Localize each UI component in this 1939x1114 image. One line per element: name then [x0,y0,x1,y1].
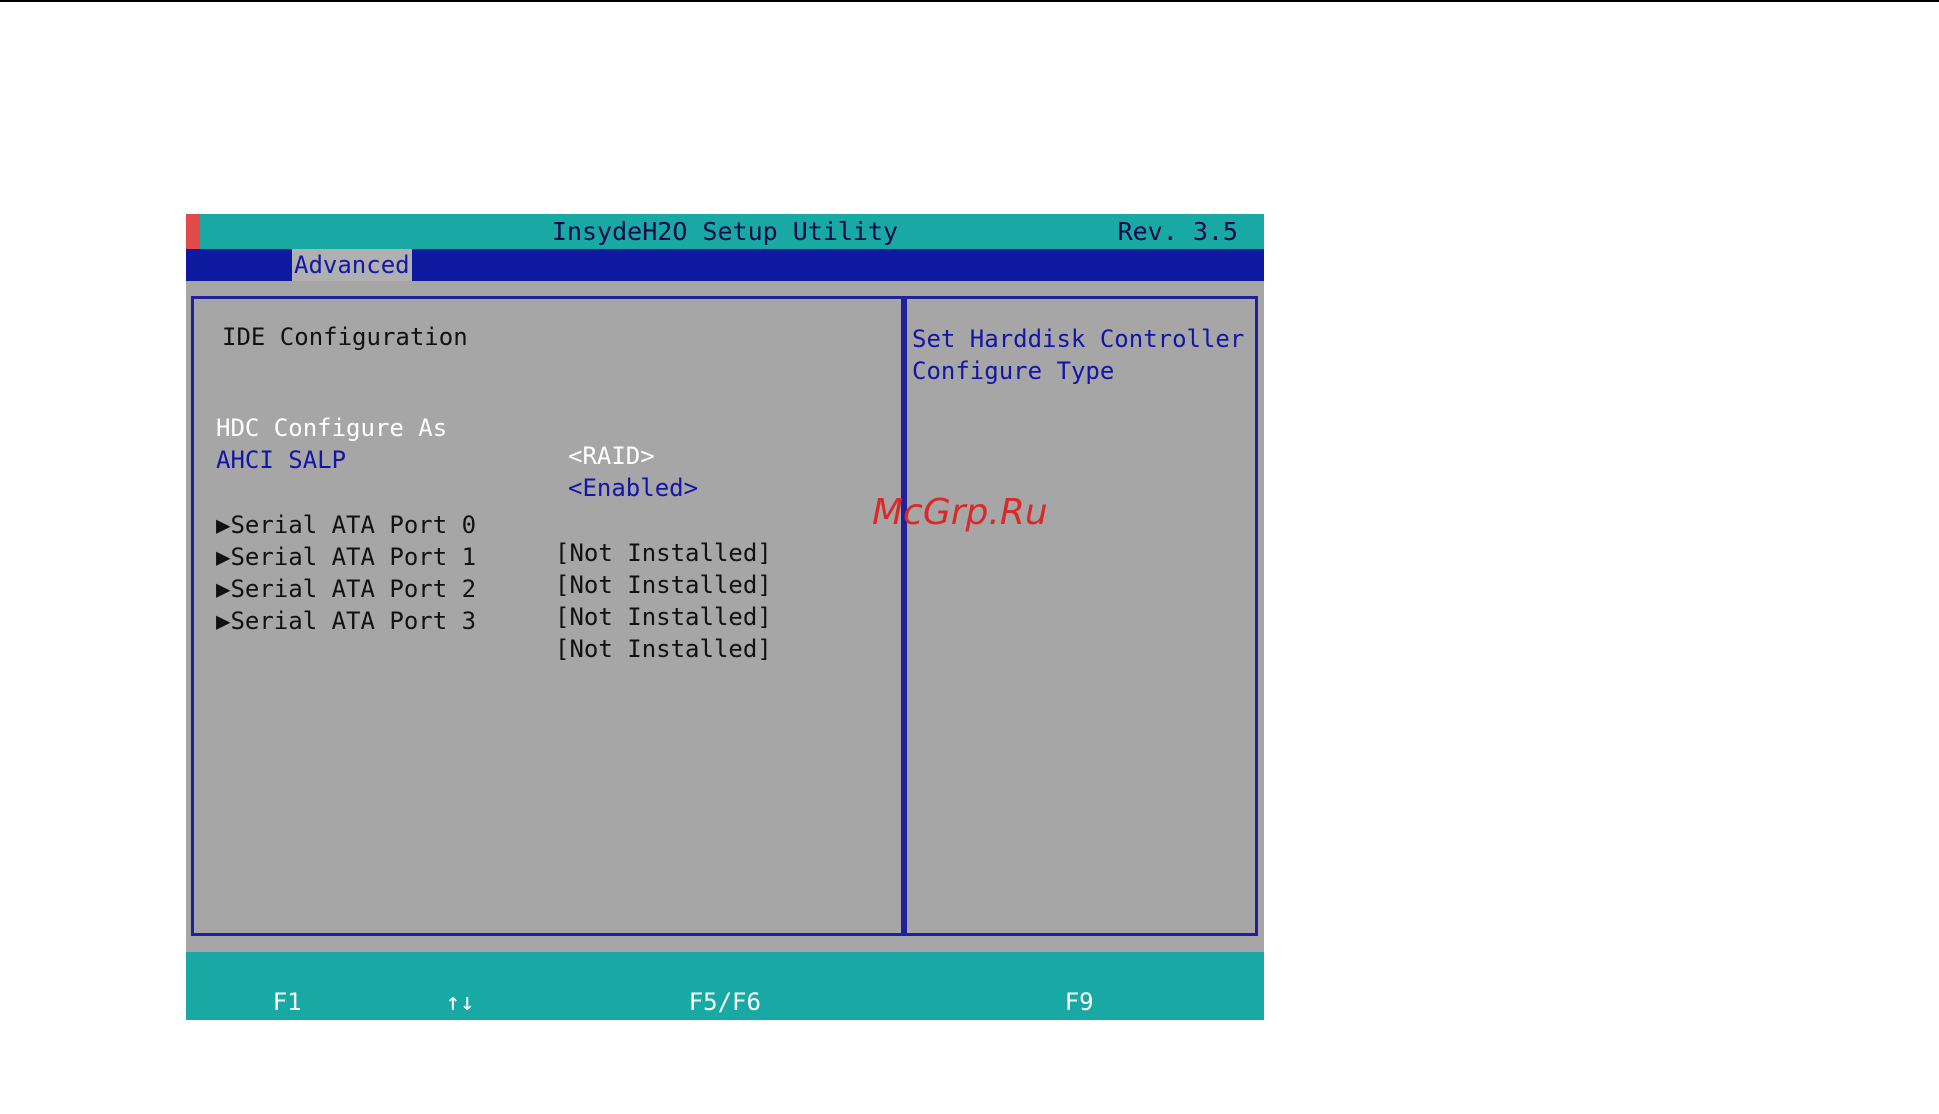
port-status: [Not Installed] [555,635,772,663]
key-name: Esc [272,1020,317,1048]
key-name: Enter [688,1020,761,1048]
help-pane: Set Harddisk Controller Configure Type [904,296,1258,936]
watermark: McGrp.Ru [872,492,1048,533]
port-status: [Not Installed] [555,571,772,599]
setting-label: AHCI SALP [216,446,347,474]
top-rule [0,0,1939,2]
setting-value[interactable]: <RAID> [568,442,655,470]
key-select-submenu: Enter Select ▶ SubMenu [602,986,915,1114]
title-bar: InsydeH2O Setup Utility Rev. 3.5 [186,214,1264,249]
submenu-serial-ata-port-3[interactable]: ▶Serial ATA Port 3 [Not Installed] [216,579,772,691]
port-status: [Not Installed] [555,603,772,631]
help-text: Set Harddisk Controller Configure Type [912,323,1244,387]
help-line-2: Configure Type [912,357,1115,385]
key-save-exit: F10 Save and Exit [978,986,1220,1114]
menu-bar: Advanced [186,249,1264,281]
section-title: IDE Configuration [222,323,468,351]
key-desc: Exit [250,1052,308,1080]
bios-screen: InsydeH2O Setup Utility Rev. 3.5 Advance… [186,214,1264,1080]
key-desc: Select Menu [399,1052,558,1080]
settings-pane: IDE Configuration HDC Configure As <RAID… [191,296,901,936]
submenu-label: ▶Serial ATA Port 3 [216,607,477,635]
help-line-1: Set Harddisk Controller [912,325,1245,353]
key-select-menu: ↔ Select Menu [359,986,558,1114]
key-legend: F1 Help Esc Exit ↑↓ Select Item ↔ Select… [186,952,1264,1080]
window-title: InsydeH2O Setup Utility [551,217,899,246]
port-status: [Not Installed] [555,539,772,567]
setting-value[interactable]: <Enabled> [568,474,698,502]
key-exit: Esc Exit [186,986,316,1114]
tab-advanced[interactable]: Advanced [292,249,412,281]
key-desc: Save and Exit [1032,1052,1220,1080]
revision-label: Rev. 3.5 [1117,217,1238,246]
key-name: F10 [1064,1020,1109,1048]
key-desc: Select ▶ SubMenu [684,1052,916,1080]
arrows-leftright-icon: ↔ [445,1020,461,1048]
